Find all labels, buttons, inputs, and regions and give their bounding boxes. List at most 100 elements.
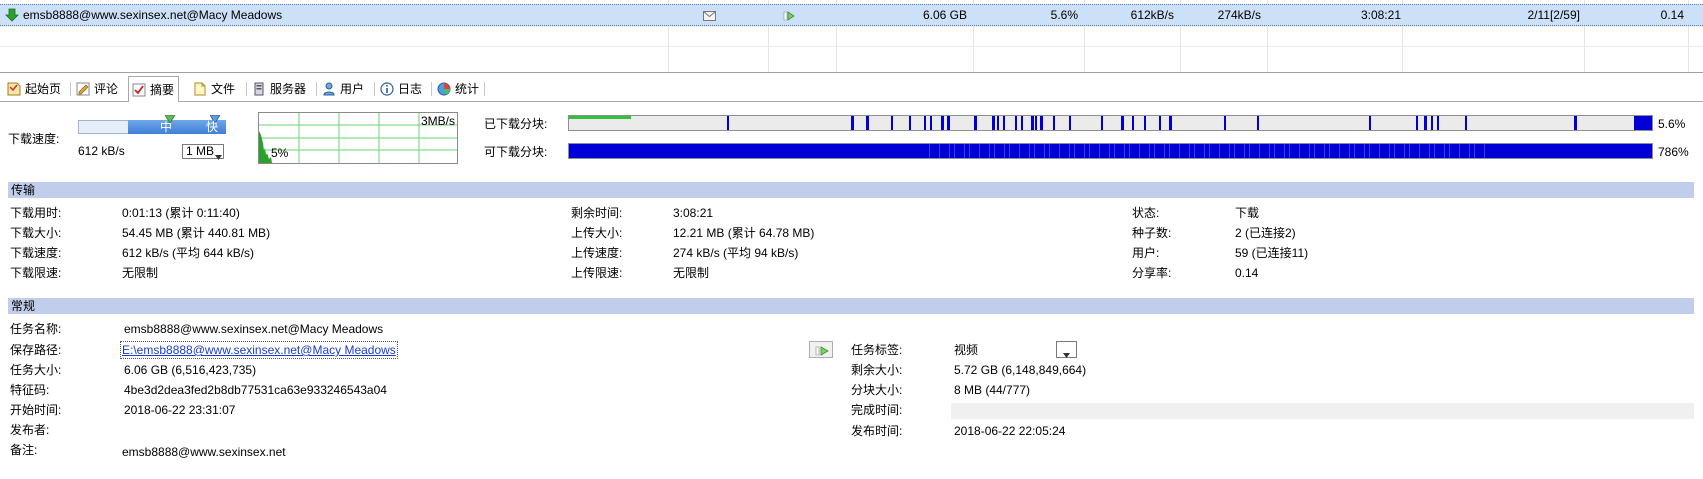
available-chunk — [994, 144, 995, 158]
speed-graph: 3MB/s 5% — [258, 112, 458, 164]
tab-log[interactable]: 日志 — [377, 78, 426, 100]
hash-value: 4be3d2dea3fed2b8db77531ca63e933246543a04 — [124, 383, 387, 397]
general-label: 完成时间: — [851, 403, 903, 417]
tab-home[interactable]: 起始页 — [4, 78, 65, 100]
downloaded-chunks-bar — [568, 115, 1653, 131]
torrent-name: emsb8888@www.sexinsex.net@Macy Meadows — [23, 8, 283, 22]
available-chunk — [1114, 144, 1115, 158]
torrent-list[interactable]: emsb8888@www.sexinsex.net@Macy Meadows 6… — [0, 0, 1703, 73]
summary-icon — [132, 80, 146, 97]
available-chunk — [1309, 144, 1310, 158]
tab-users[interactable]: 用户 — [319, 78, 368, 100]
downloaded-chunk — [1431, 116, 1433, 130]
torrent-down-speed: 612kB/s — [1130, 8, 1174, 22]
transfer-value: 3:08:21 — [673, 206, 714, 220]
transfer-label: 上传限速: — [571, 266, 623, 280]
downloaded-chunk — [1159, 116, 1161, 130]
tab-servers[interactable]: 服务器 — [249, 78, 310, 100]
available-chunk — [1034, 144, 1035, 158]
transfer-label: 用户: — [1132, 246, 1160, 260]
transfer-value: 2 (已连接2) — [1235, 226, 1296, 240]
available-chunk — [1029, 144, 1030, 158]
available-chunk — [1354, 144, 1355, 158]
available-chunk — [1379, 144, 1380, 158]
available-chunk — [1109, 144, 1110, 158]
available-chunk — [1204, 144, 1205, 158]
start-time-value: 2018-06-22 23:31:07 — [124, 403, 236, 417]
tab-summary[interactable]: 摘要 — [128, 76, 180, 102]
general-label: 发布时间: — [851, 424, 903, 438]
available-chunk — [929, 144, 930, 158]
task-tag-dropdown[interactable] — [1056, 341, 1077, 358]
user-icon — [322, 81, 336, 96]
available-chunk — [939, 144, 940, 158]
available-chunk — [1219, 144, 1220, 158]
play-icon[interactable] — [783, 10, 795, 21]
available-chunk — [1429, 144, 1430, 158]
stats-icon — [437, 81, 451, 96]
available-chunk — [1314, 144, 1315, 158]
available-chunk — [1139, 144, 1140, 158]
downloaded-chunk — [941, 116, 944, 130]
downloaded-chunk — [1132, 116, 1134, 130]
transfer-label: 下载限速: — [10, 266, 62, 280]
downloaded-chunk — [1369, 116, 1371, 130]
available-chunk — [1129, 144, 1130, 158]
downloaded-chunk — [1437, 116, 1439, 130]
available-chunk — [1434, 144, 1435, 158]
general-label: 任务标签: — [851, 343, 903, 357]
downloaded-chunk — [1224, 116, 1226, 130]
downloaded-chunk — [1257, 116, 1259, 130]
downloaded-chunk — [909, 116, 911, 130]
available-chunk — [1069, 144, 1070, 158]
downloaded-chunk — [947, 116, 950, 130]
download-speed-label: 下载速度: — [8, 132, 60, 146]
transfer-label: 上传速度: — [571, 246, 623, 260]
mail-icon[interactable] — [703, 10, 716, 21]
tab-files[interactable]: 文件 — [190, 78, 239, 100]
downloaded-chunk — [1015, 116, 1017, 130]
available-chunk — [1179, 144, 1180, 158]
tab-stats[interactable]: 统计 — [434, 78, 483, 100]
graph-max-label: 3MB/s — [420, 114, 455, 128]
available-chunk — [1444, 144, 1445, 158]
downloaded-chunk — [1169, 116, 1172, 130]
available-chunk — [1099, 144, 1100, 158]
available-chunk — [969, 144, 970, 158]
transfer-value: 无限制 — [673, 266, 710, 280]
available-chunk — [1149, 144, 1150, 158]
available-chunk — [1194, 144, 1195, 158]
play-icon — [815, 345, 829, 359]
tab-comments[interactable]: 评论 — [73, 78, 122, 100]
downloaded-chunk — [930, 116, 932, 130]
available-chunk — [1089, 144, 1090, 158]
available-chunks-label: 可下载分块: — [484, 145, 548, 159]
available-chunk — [1229, 144, 1230, 158]
remaining-size-value: 5.72 GB (6,148,849,664) — [954, 363, 1087, 377]
transfer-label: 下载速度: — [10, 246, 62, 260]
transfer-label: 状态: — [1132, 206, 1160, 220]
publish-time-value: 2018-06-22 22:05:24 — [954, 424, 1066, 438]
torrent-progress: 5.6% — [1050, 8, 1078, 22]
torrent-peers: 2/11[2/59] — [1527, 8, 1581, 22]
transfer-value: 0:01:13 (累计 0:11:40) — [122, 206, 240, 220]
speed-slider[interactable]: 中 快 — [78, 112, 226, 134]
save-path-link[interactable]: E:\emsb8888@www.sexinsex.net@Macy Meadow… — [120, 341, 398, 359]
home-icon — [7, 81, 21, 96]
torrent-row[interactable]: emsb8888@www.sexinsex.net@Macy Meadows 6… — [0, 4, 1703, 26]
available-chunk — [979, 144, 980, 158]
transfer-value: 54.45 MB (累计 440.81 MB) — [122, 226, 271, 240]
downloaded-chunk — [997, 116, 999, 130]
general-label: 备注: — [10, 443, 38, 457]
transfer-label: 种子数: — [1132, 226, 1172, 240]
downloaded-chunk — [891, 116, 893, 130]
available-chunk — [1389, 144, 1390, 158]
limit-select[interactable]: 1 MB — [182, 144, 224, 160]
downloaded-chunk — [1574, 116, 1577, 130]
dropdown-arrow-icon — [215, 149, 222, 163]
downloaded-chunk — [1069, 116, 1071, 130]
available-chunk — [1369, 144, 1370, 158]
available-chunk — [1274, 144, 1275, 158]
transfer-value: 612 kB/s (平均 644 kB/s) — [122, 246, 255, 260]
open-folder-button[interactable] — [809, 341, 833, 358]
